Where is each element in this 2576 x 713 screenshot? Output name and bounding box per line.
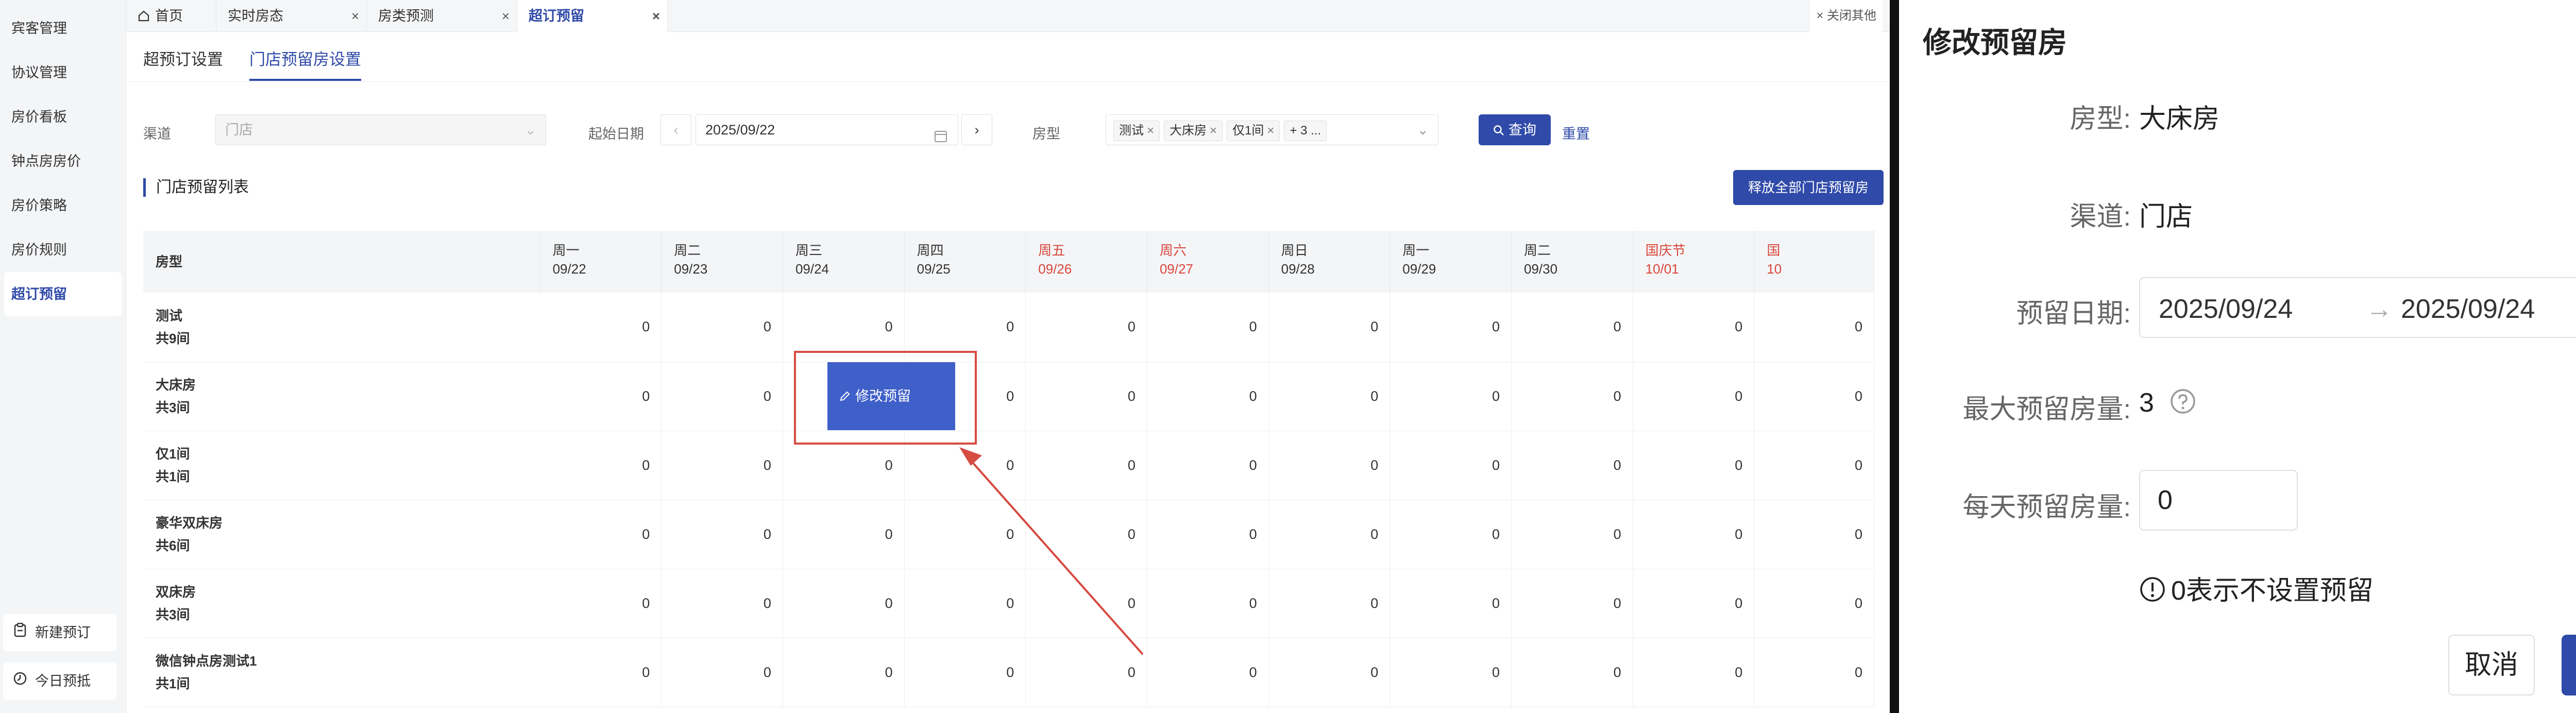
screenshot-root: 宾客管理 协议管理 房价看板 钟点房房价 房价策略 房价规则 超订预留 新建预订… <box>0 0 2576 713</box>
date-start-value: 2025/09/24 <box>2159 294 2293 324</box>
arrow-right-icon: → <box>2366 294 2393 324</box>
annotation-arrow <box>959 447 1144 655</box>
reserve-date-range-picker[interactable]: 2025/09/24 → 2025/09/24 <box>2139 277 2576 338</box>
modal-room-type-label: 房型: <box>2070 104 2131 134</box>
window-divider <box>1890 0 1899 713</box>
app-window: 宾客管理 协议管理 房价看板 钟点房房价 房价策略 房价规则 超订预留 新建预订… <box>0 0 1890 713</box>
edit-reserve-modal: 修改预留房 房型: 大床房 渠道: 门店 预留日期: 2025/09/24 → … <box>1899 0 2576 713</box>
hint-text: 0表示不设置预留 <box>2171 576 2374 606</box>
modal-hint: 0表示不设置预留 <box>2139 569 2374 609</box>
modal-title: 修改预留房 <box>1923 26 2067 59</box>
modal-max-label: 最大预留房量: <box>1962 395 2131 425</box>
modal-daily-label: 每天预留房量: <box>1962 493 2131 522</box>
daily-reserve-input[interactable]: 0 <box>2139 470 2298 531</box>
modal-date-label: 预留日期: <box>2016 299 2131 329</box>
modal-channel-value: 门店 <box>2139 202 2193 232</box>
info-icon <box>2139 576 2166 609</box>
help-icon[interactable] <box>2170 388 2196 421</box>
confirm-button[interactable]: 确定 <box>2562 635 2576 695</box>
date-end-value: 2025/09/24 <box>2401 294 2535 324</box>
max-value-text: 3 <box>2139 388 2154 418</box>
cancel-button[interactable]: 取消 <box>2448 635 2535 695</box>
modal-max-value: 3 <box>2139 387 2196 421</box>
modal-room-type-value: 大床房 <box>2139 104 2220 134</box>
modal-channel-label: 渠道: <box>2070 202 2131 232</box>
